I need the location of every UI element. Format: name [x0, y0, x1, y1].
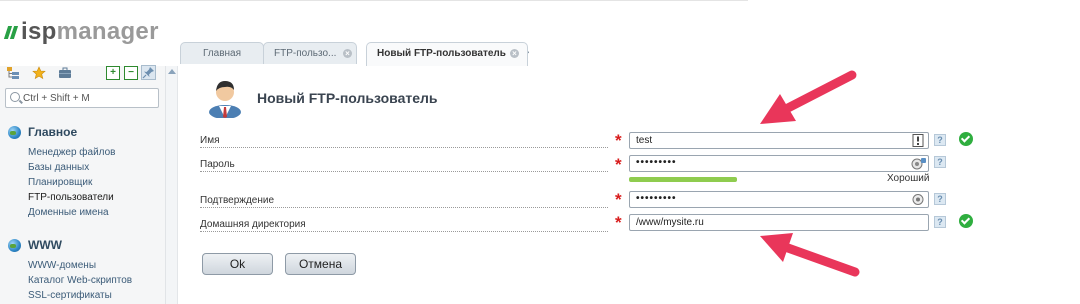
- confirm-value: •••••••••: [636, 193, 677, 204]
- tab-home[interactable]: Главная: [180, 42, 264, 64]
- valid-check-icon: [959, 214, 973, 228]
- pin-icon[interactable]: [141, 65, 156, 80]
- homedir-label: Домашняя директория: [200, 218, 608, 232]
- cancel-button[interactable]: Отмена: [285, 253, 356, 275]
- search-input[interactable]: [23, 91, 153, 105]
- close-icon[interactable]: ×: [343, 49, 352, 58]
- name-value: test: [636, 135, 653, 146]
- name-label-text: Имя: [200, 135, 222, 146]
- confirm-password-field[interactable]: •••••••••: [629, 191, 929, 208]
- search-box[interactable]: [5, 88, 159, 108]
- section-www[interactable]: WWW: [8, 238, 62, 252]
- expand-icon[interactable]: +: [106, 66, 120, 80]
- close-icon[interactable]: ×: [510, 49, 519, 58]
- star-icon[interactable]: [32, 66, 46, 80]
- password-label-text: Пароль: [200, 159, 237, 170]
- help-icon[interactable]: ?: [934, 134, 946, 146]
- scrollbar[interactable]: [166, 66, 178, 304]
- sidebar-item-web-scripts[interactable]: Каталог Web-скриптов: [28, 275, 132, 286]
- help-icon[interactable]: ?: [934, 156, 946, 168]
- valid-check-icon: [959, 132, 973, 146]
- logo-mark-icon: [3, 25, 19, 39]
- homedir-value: /www/mysite.ru: [636, 217, 704, 228]
- password-label: Пароль: [200, 158, 608, 172]
- homedir-label-text: Домашняя директория: [200, 219, 308, 230]
- scroll-up-icon[interactable]: [168, 69, 176, 74]
- tab-label: Главная: [202, 48, 242, 59]
- sidebar-toolbar: + −: [6, 65, 160, 80]
- eye-icon[interactable]: [912, 193, 924, 206]
- required-mark: *: [615, 213, 622, 232]
- ispmanager-logo[interactable]: ispmanager: [3, 18, 159, 45]
- required-mark: *: [615, 190, 622, 209]
- password-generate-icon[interactable]: [911, 157, 927, 170]
- tab-label: Новый FTP-пользователь: [377, 48, 506, 59]
- page-title: Новый FTP-пользователь: [257, 90, 438, 106]
- sidebar-item-databases[interactable]: Базы данных: [28, 162, 89, 173]
- collapse-icon[interactable]: −: [124, 66, 138, 80]
- logo-text-isp: isp: [21, 18, 57, 45]
- help-icon[interactable]: ?: [934, 193, 946, 205]
- id-card-icon[interactable]: [912, 134, 924, 147]
- briefcase-icon[interactable]: [58, 66, 72, 80]
- globe-icon: [8, 238, 21, 252]
- section-title: WWW: [28, 238, 62, 252]
- name-label: Имя: [200, 134, 608, 148]
- tree-icon[interactable]: [6, 66, 20, 80]
- ok-button[interactable]: Ok: [202, 253, 273, 275]
- search-icon: [10, 92, 20, 102]
- logo-text-manager: manager: [56, 18, 159, 45]
- name-field[interactable]: test: [629, 132, 929, 149]
- password-strength-bar: [629, 177, 737, 182]
- sidebar-item-ftp-users[interactable]: FTP-пользователи: [28, 192, 114, 203]
- sidebar: + − Главное Менеджер файлов Базы данных …: [0, 65, 166, 304]
- tab-ftp-users[interactable]: FTP-пользо... ×: [263, 42, 357, 64]
- sidebar-item-www-domains[interactable]: WWW-домены: [28, 260, 96, 271]
- password-value: •••••••••: [636, 157, 677, 168]
- sidebar-item-scheduler[interactable]: Планировщик: [28, 177, 92, 188]
- main-panel: Новый FTP-пользователь Имя * test ? Паро…: [178, 66, 1080, 304]
- section-main[interactable]: Главное: [8, 125, 77, 139]
- tab-label: FTP-пользо...: [274, 48, 337, 59]
- required-mark: *: [615, 155, 622, 174]
- tab-new-ftp-user[interactable]: Новый FTP-пользователь ×: [366, 42, 528, 66]
- help-icon[interactable]: ?: [934, 216, 946, 228]
- homedir-field[interactable]: /www/mysite.ru: [629, 214, 929, 231]
- confirm-label-text: Подтверждение: [200, 195, 277, 206]
- confirm-label: Подтверждение: [200, 194, 608, 208]
- globe-icon: [8, 125, 21, 139]
- tab-strip: Главная FTP-пользо... × > Новый FTP-поль…: [166, 42, 1080, 66]
- password-strength-label: Хороший: [887, 173, 930, 184]
- section-title: Главное: [28, 125, 78, 139]
- top-divider: [0, 0, 748, 1]
- sidebar-item-domain-names[interactable]: Доменные имена: [28, 207, 109, 218]
- sidebar-item-ssl-certificates[interactable]: SSL-сертификаты: [28, 290, 112, 301]
- password-field[interactable]: •••••••••: [629, 155, 929, 172]
- user-icon: [209, 81, 241, 118]
- sidebar-item-file-manager[interactable]: Менеджер файлов: [28, 147, 116, 158]
- required-mark: *: [615, 131, 622, 150]
